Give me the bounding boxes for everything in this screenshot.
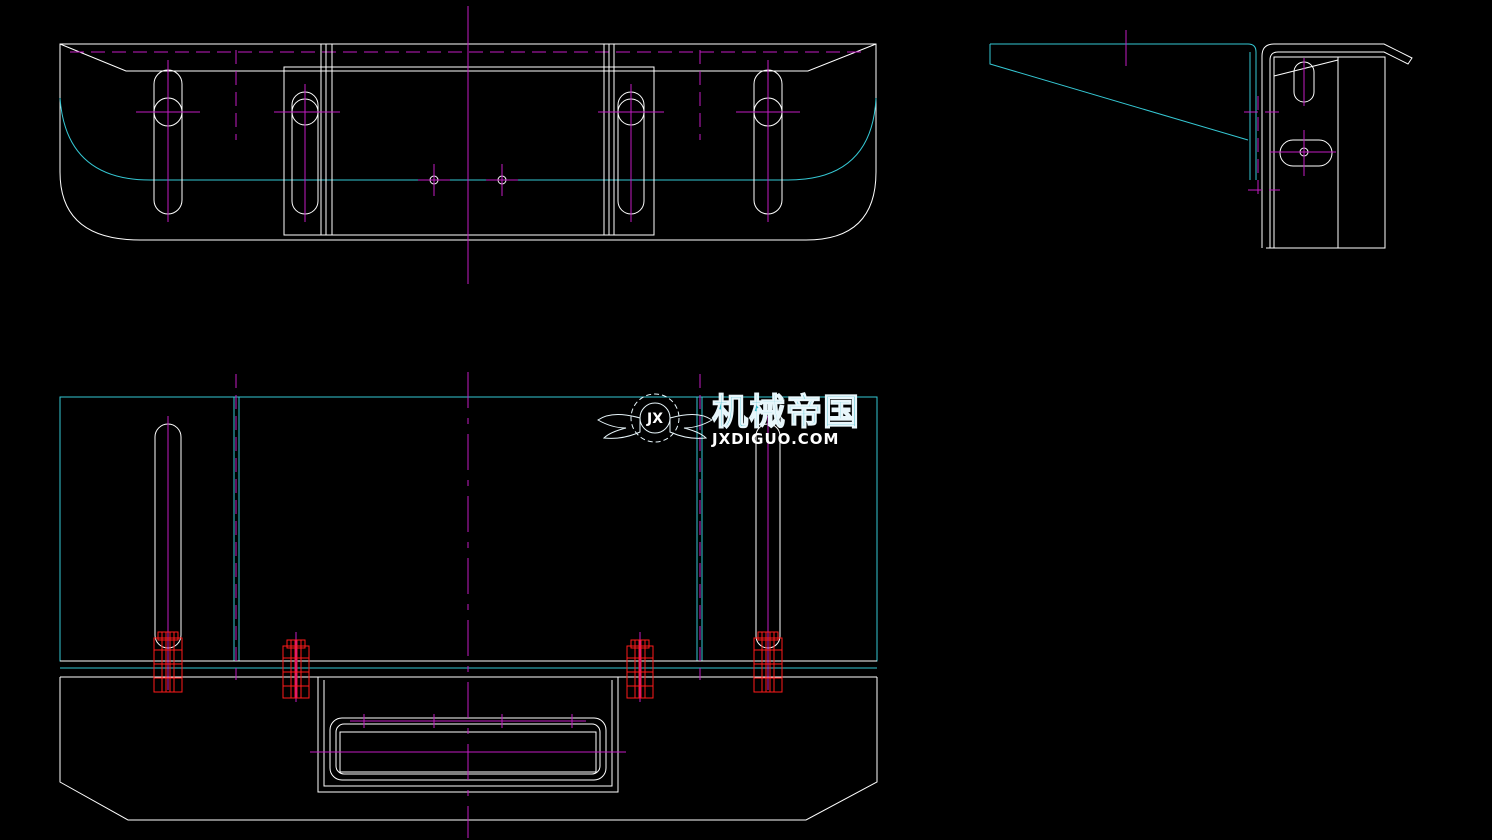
wing-left-icon [597,414,641,439]
side-view [989,30,1413,249]
side-view-bracket [990,43,1257,180]
logo-cn-text: 机械帝国 [712,392,860,433]
side-view-slot [1279,139,1333,167]
wing-right-icon [669,414,713,439]
logo-en-text: JXDIGUO.COM [711,430,839,448]
side-view-bracket-inner [989,44,1249,141]
logo-mark-text: JX [646,411,663,427]
cad-drawing-canvas: JX 机械帝国 JXDIGUO.COM [59,6,1413,838]
top-view [59,6,877,284]
top-view-center-plate [283,66,655,236]
side-view-housing [1261,43,1413,248]
watermark-logo: JX 机械帝国 JXDIGUO.COM [597,391,860,448]
